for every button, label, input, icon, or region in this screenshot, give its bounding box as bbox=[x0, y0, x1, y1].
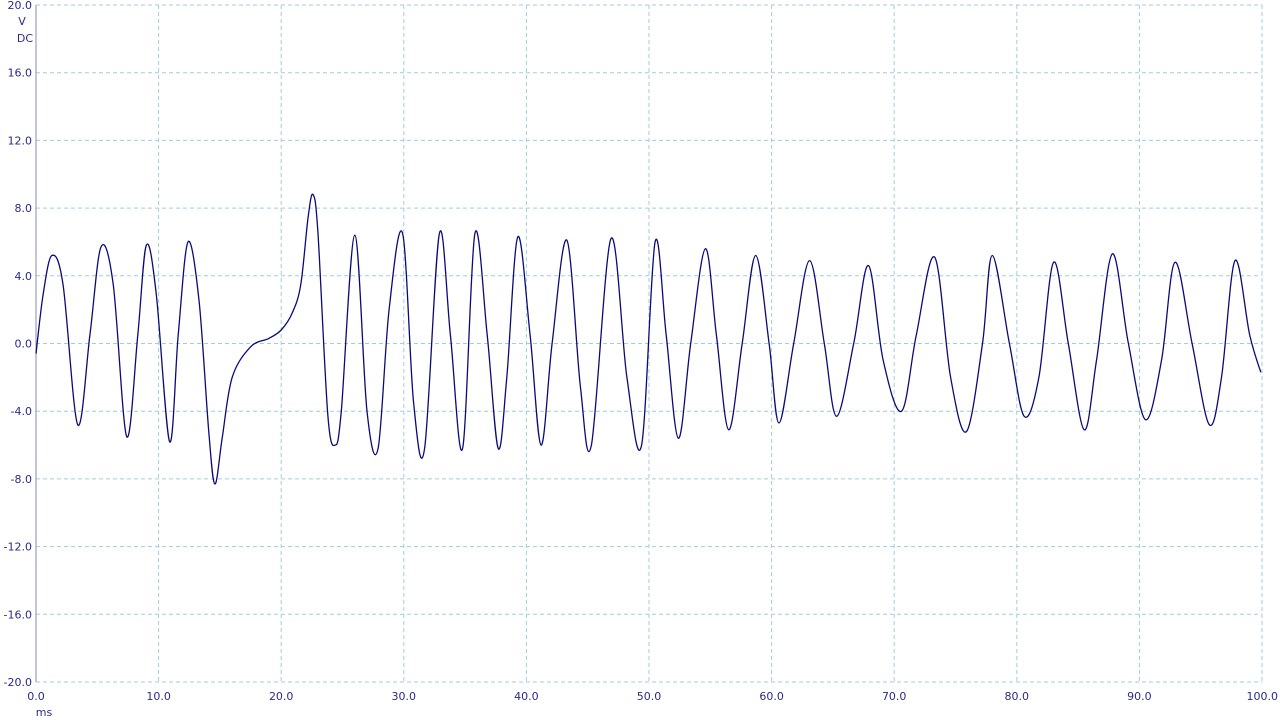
y-tick-label: 12.0 bbox=[8, 134, 33, 147]
voltage-trace bbox=[35, 193, 1262, 485]
y-tick-label: 8.0 bbox=[15, 202, 33, 215]
oscilloscope-plot: 20.0 16.0 12.0 8.0 4.0 0.0 -4.0 -8.0 -12.0 -16.0 -… bbox=[4, 0, 1278, 719]
x-axis-unit-label: ms bbox=[36, 706, 53, 719]
x-tick-label: 70.0 bbox=[882, 690, 907, 703]
y-tick-label: 4.0 bbox=[15, 270, 33, 283]
coupling-label: DC bbox=[17, 32, 33, 45]
y-tick-label: -8.0 bbox=[11, 473, 32, 486]
x-tick-label: 60.0 bbox=[759, 690, 784, 703]
y-tick-label: 20.0 bbox=[8, 0, 33, 12]
x-tick-label: 0.0 bbox=[27, 690, 45, 703]
y-tick-label: 0.0 bbox=[15, 338, 33, 351]
x-tick-label: 20.0 bbox=[269, 690, 294, 703]
x-tick-label: 80.0 bbox=[1005, 690, 1030, 703]
y-axis-unit-label: V bbox=[18, 15, 26, 28]
x-tick-label: 100.0 bbox=[1247, 690, 1279, 703]
y-tick-label: -4.0 bbox=[11, 405, 32, 418]
y-tick-label: -16.0 bbox=[4, 608, 32, 621]
y-tick-label: 16.0 bbox=[8, 67, 33, 80]
x-tick-label: 30.0 bbox=[392, 690, 417, 703]
x-tick-label: 10.0 bbox=[146, 690, 171, 703]
x-tick-label: 90.0 bbox=[1127, 690, 1152, 703]
x-tick-label: 40.0 bbox=[514, 690, 539, 703]
x-tick-label: 50.0 bbox=[637, 690, 662, 703]
y-tick-label: -20.0 bbox=[4, 676, 32, 689]
y-tick-label: -12.0 bbox=[4, 541, 32, 554]
y-axis-tick-labels: 20.0 16.0 12.0 8.0 4.0 0.0 -4.0 -8.0 -12.0 -16.0 -… bbox=[4, 0, 32, 689]
trace-layer bbox=[35, 193, 1262, 485]
x-axis-tick-labels: 0.0 10.0 20.0 30.0 40.0 50.0 60.0 70.0 80.0 90.0 1… bbox=[27, 690, 1278, 703]
